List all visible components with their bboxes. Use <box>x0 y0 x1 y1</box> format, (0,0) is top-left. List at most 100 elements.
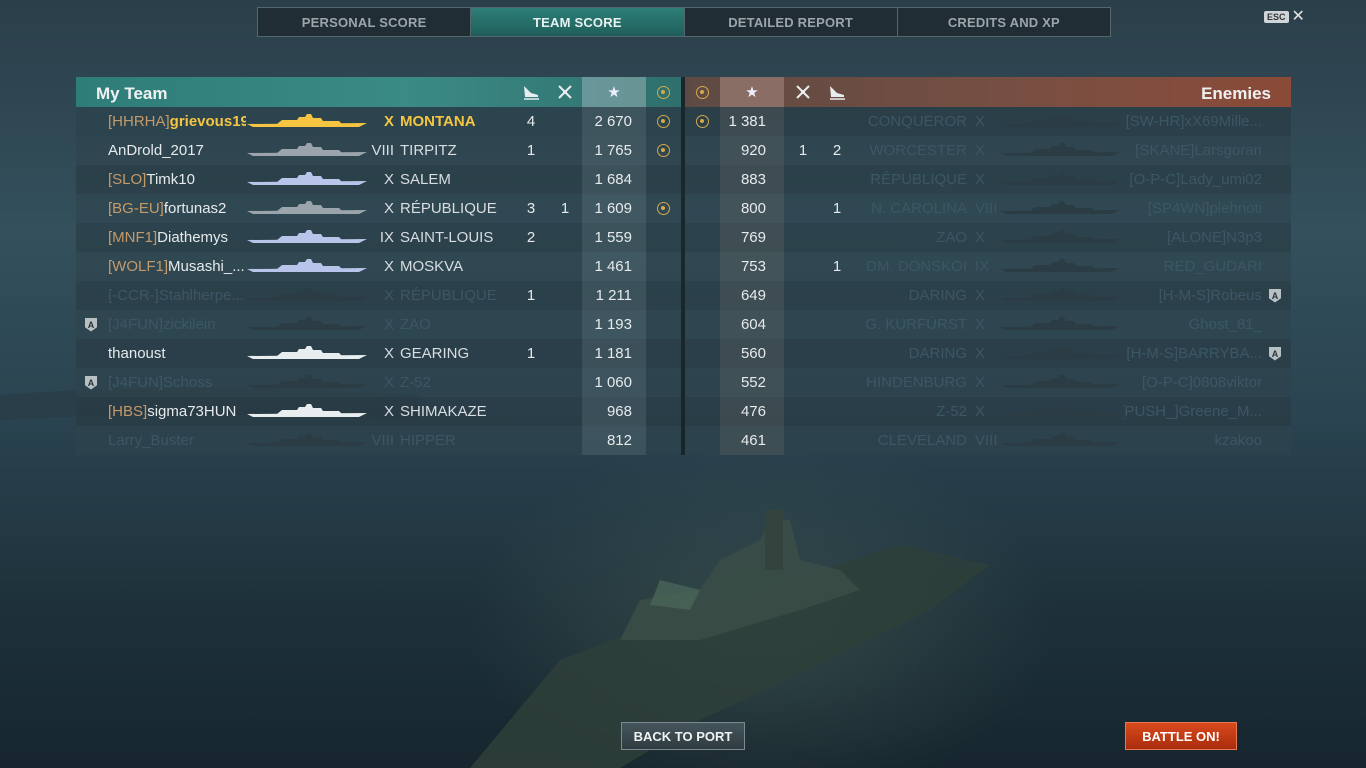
ship-silhouette-icon <box>1000 143 1120 157</box>
ship-silhouette-icon <box>1000 172 1120 186</box>
ship-tier: X <box>383 171 394 188</box>
enemy-score-header[interactable]: ★ <box>720 77 784 107</box>
team-row[interactable]: thanoust X GEARING 1 1 181 <box>76 339 681 368</box>
enemy-row[interactable]: 476 Z-52 X [PUSH_] Greene_M... <box>685 397 1291 426</box>
player-name: Ghost_81_ <box>1123 310 1262 339</box>
enemy-planes-destroyed-header[interactable] <box>820 77 854 107</box>
medal-icon <box>696 107 709 136</box>
my-team-title: My Team <box>96 84 168 103</box>
ships-destroyed-count <box>548 136 582 165</box>
ship-destroyed-icon <box>796 85 810 99</box>
enemy-row[interactable]: 604 G. KURFÜRST X Ghost_81_ <box>685 310 1291 339</box>
team-row[interactable]: [HBS] sigma73HUN X SHIMAKAZE 968 <box>76 397 681 426</box>
ship-tier: X <box>383 113 394 130</box>
ships-destroyed-count <box>786 426 820 455</box>
ship-tier: VIII <box>975 432 998 449</box>
ship-name: MONTANA <box>400 113 476 130</box>
ship-name: CONQUEROR <box>867 113 967 130</box>
player-nickname: zickilein <box>163 316 216 333</box>
ships-destroyed-header[interactable] <box>548 77 582 107</box>
clan-tag: [H-M-S] <box>1126 345 1179 362</box>
enemy-row[interactable]: 753 1 DM. DONSKOI IX RED_GUDARI <box>685 252 1291 281</box>
my-team-rows: [HHRHA]grievous19... X MONTANA 4 2 670 AnDrol… <box>76 107 681 455</box>
ships-destroyed-count <box>786 339 820 368</box>
close-button[interactable]: ESC ✕ <box>1264 9 1305 25</box>
player-nickname: Lady_umi02 <box>1180 171 1262 188</box>
ships-destroyed-count <box>786 368 820 397</box>
enemy-row[interactable]: 560 DARING X [H-M-S] BARRYBA... A <box>685 339 1291 368</box>
ship-silhouette-icon <box>1000 433 1120 447</box>
enemy-row[interactable]: 552 HINDENBURG X [O-P-C] 0808viktor <box>685 368 1291 397</box>
ship-silhouette-icon <box>1000 201 1120 215</box>
ships-destroyed-count <box>548 426 582 455</box>
team-row[interactable]: [-CCR-] Stahlherpe... X RÉPUBLIQUE 1 1 211 <box>76 281 681 310</box>
team-row[interactable]: [WOLF1] Musashi_... X MOSKVA 1 461 <box>76 252 681 281</box>
auto-badge-icon: A <box>1269 339 1281 368</box>
medal-icon <box>657 107 670 136</box>
team-row[interactable]: [SLO] Timk10 X SALEM 1 684 <box>76 165 681 194</box>
ship-name: RÉPUBLIQUE <box>400 200 497 217</box>
team-row[interactable]: [BG-EU] fortunas2 X RÉPUBLIQUE 3 1 1 609 <box>76 194 681 223</box>
team-row[interactable]: Larry_Buster VIII HIPPER 812 <box>76 426 681 455</box>
ship-name: ZAO <box>400 316 431 333</box>
score-value: 649 <box>740 287 766 304</box>
player-nickname: Ghost_81_ <box>1188 316 1262 333</box>
player-nickname: Timk10 <box>146 171 195 188</box>
tab-team-score[interactable]: TEAM SCORE <box>471 8 685 36</box>
player-nickname: kzakoo <box>1214 432 1262 449</box>
score-value: 1 181 <box>594 345 632 362</box>
battle-on-button[interactable]: BATTLE ON! <box>1125 722 1237 750</box>
score-value: 1 381 <box>728 113 766 130</box>
medal-header[interactable] <box>646 77 681 107</box>
ship-tier: X <box>383 258 394 275</box>
ship-tier: X <box>975 345 986 362</box>
planes-destroyed-count <box>514 397 548 426</box>
score-header[interactable]: ★ <box>582 77 646 107</box>
player-nickname: plehnoti <box>1209 200 1262 217</box>
score-value: 552 <box>740 374 766 391</box>
team-row[interactable]: A [J4FUN] zickilein X ZAO 1 193 <box>76 310 681 339</box>
enemy-row[interactable]: 920 1 2 WORCESTER X [SKANE] Larsgoran <box>685 136 1291 165</box>
score-value: 883 <box>740 171 766 188</box>
enemy-ships-destroyed-header[interactable] <box>786 77 820 107</box>
score-value: 800 <box>740 200 766 217</box>
enemies-panel: ★ Enemies 1 381 CONQUEROR X [SW-HR] xX69Mill… <box>685 77 1291 455</box>
auto-badge-icon: A <box>85 368 97 397</box>
ships-destroyed-count <box>786 194 820 223</box>
ship-tier: X <box>383 200 394 217</box>
enemy-row[interactable]: 461 CLEVELAND VIII kzakoo <box>685 426 1291 455</box>
my-team-panel: My Team ★ [HHRHA]grievous19... X MONTANA 4 2… <box>76 77 681 455</box>
ship-name: DM. DONSKOI <box>866 258 967 275</box>
tab-credits-and-xp[interactable]: CREDITS AND XP <box>898 8 1110 36</box>
enemy-row[interactable]: 649 DARING X [H-M-S] Robeus A <box>685 281 1291 310</box>
ships-destroyed-count <box>548 339 582 368</box>
ship-name: Z-52 <box>936 403 967 420</box>
enemy-row[interactable]: 769 ZAO X [ALONE] N3p3 <box>685 223 1291 252</box>
team-row[interactable]: [MNF1] Diathemys IX SAINT-LOUIS 2 1 559 <box>76 223 681 252</box>
ship-silhouette-icon <box>247 433 367 447</box>
planes-destroyed-header[interactable] <box>514 77 548 107</box>
tab-detailed-report[interactable]: DETAILED REPORT <box>685 8 898 36</box>
back-to-port-button[interactable]: BACK TO PORT <box>621 722 745 750</box>
team-row[interactable]: AnDrold_2017 VIII TIRPITZ 1 1 765 <box>76 136 681 165</box>
player-name: [SKANE] Larsgoran <box>1123 136 1262 165</box>
score-value: 1 684 <box>594 171 632 188</box>
player-name: [SW-HR] xX69Mille... <box>1123 107 1262 136</box>
planes-destroyed-count <box>514 165 548 194</box>
team-row[interactable]: [HHRHA]grievous19... X MONTANA 4 2 670 <box>76 107 681 136</box>
ship-tier: X <box>383 316 394 333</box>
ships-destroyed-count <box>548 107 582 136</box>
enemy-medal-header[interactable] <box>685 77 720 107</box>
team-row[interactable]: A [J4FUN] Schoss X Z-52 1 060 <box>76 368 681 397</box>
clan-tag: [SW-HR] <box>1125 113 1185 130</box>
ship-silhouette-icon <box>1000 288 1120 302</box>
esc-key-label: ESC <box>1264 11 1289 23</box>
ship-name: RÉPUBLIQUE <box>400 287 497 304</box>
tab-personal-score[interactable]: PERSONAL SCORE <box>258 8 472 36</box>
enemy-row[interactable]: 883 RÉPUBLIQUE X [O-P-C] Lady_umi02 <box>685 165 1291 194</box>
enemy-row[interactable]: 800 1 N. CAROLINA VIII [SP4WN] plehnoti <box>685 194 1291 223</box>
plane-destroyed-icon <box>830 86 845 100</box>
ship-silhouette-icon <box>247 288 367 302</box>
ships-destroyed-count <box>548 252 582 281</box>
enemy-row[interactable]: 1 381 CONQUEROR X [SW-HR] xX69Mille... <box>685 107 1291 136</box>
